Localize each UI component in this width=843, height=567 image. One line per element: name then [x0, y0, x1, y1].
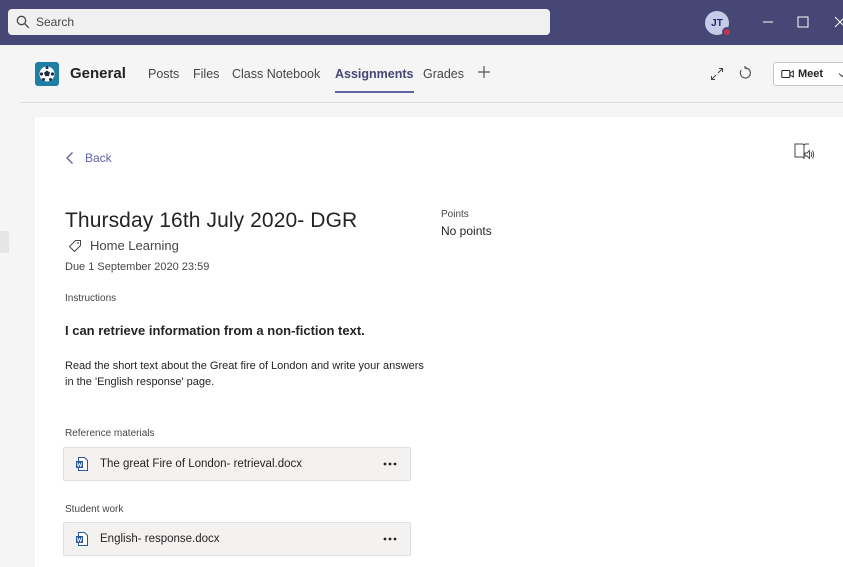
assignment-title: Thursday 16th July 2020- DGR [65, 209, 358, 232]
chevron-down-icon [838, 73, 843, 78]
reference-materials-label: Reference materials [65, 428, 155, 439]
more-options-icon[interactable] [382, 533, 398, 545]
tab-class-notebook[interactable]: Class Notebook [232, 67, 320, 81]
immersive-reader-icon[interactable] [793, 142, 815, 162]
word-document-icon [76, 457, 88, 471]
category-label: Home Learning [90, 238, 179, 253]
team-logo-icon [35, 62, 59, 86]
back-button[interactable]: Back [65, 151, 112, 165]
tab-files[interactable]: Files [193, 67, 219, 81]
student-file-name: English- response.docx [100, 533, 220, 545]
assignment-panel: Back Thursday 16th July 2020- DGR Home L… [35, 117, 843, 567]
assignment-category: Home Learning [68, 238, 179, 253]
left-gutter [0, 231, 9, 253]
maximize-icon[interactable] [793, 12, 813, 32]
meet-dropdown-button[interactable] [834, 62, 843, 86]
minimize-icon[interactable] [758, 12, 778, 32]
student-file-card[interactable]: English- response.docx [63, 522, 411, 556]
back-label: Back [85, 151, 112, 165]
points-label: Points [441, 209, 469, 220]
channel-header: General Posts Files Class Notebook Assig… [20, 45, 843, 103]
reference-file-name: The great Fire of London- retrieval.docx [100, 458, 302, 470]
video-camera-icon [781, 70, 794, 78]
tab-posts[interactable]: Posts [148, 67, 179, 81]
meet-button[interactable]: Meet [773, 62, 837, 86]
avatar-initials: JT [711, 17, 723, 29]
search-icon [16, 15, 30, 29]
tab-grades[interactable]: Grades [423, 67, 464, 81]
more-options-icon[interactable] [382, 458, 398, 470]
close-icon[interactable] [830, 12, 843, 32]
student-work-label: Student work [65, 504, 124, 515]
search-input[interactable] [36, 15, 516, 29]
search-box[interactable] [8, 9, 550, 35]
due-date: Due 1 September 2020 23:59 [65, 261, 210, 273]
word-document-icon [76, 532, 88, 546]
expand-icon[interactable] [710, 67, 724, 81]
points-value: No points [441, 224, 492, 238]
refresh-icon[interactable] [738, 66, 752, 80]
meet-label: Meet [798, 68, 824, 80]
chevron-left-icon [66, 152, 73, 164]
channel-name: General [70, 65, 126, 82]
avatar[interactable]: JT [705, 11, 732, 37]
title-bar: JT [0, 0, 843, 45]
presence-busy-icon [722, 27, 732, 37]
instruction-heading: I can retrieve information from a non-fi… [65, 323, 365, 338]
instruction-body: Read the short text about the Great fire… [65, 360, 424, 388]
tag-icon [68, 239, 81, 252]
add-tab-icon[interactable] [476, 64, 492, 80]
instructions-label: Instructions [65, 293, 117, 304]
tab-assignments[interactable]: Assignments [335, 67, 414, 93]
reference-file-card[interactable]: The great Fire of London- retrieval.docx [63, 447, 411, 481]
